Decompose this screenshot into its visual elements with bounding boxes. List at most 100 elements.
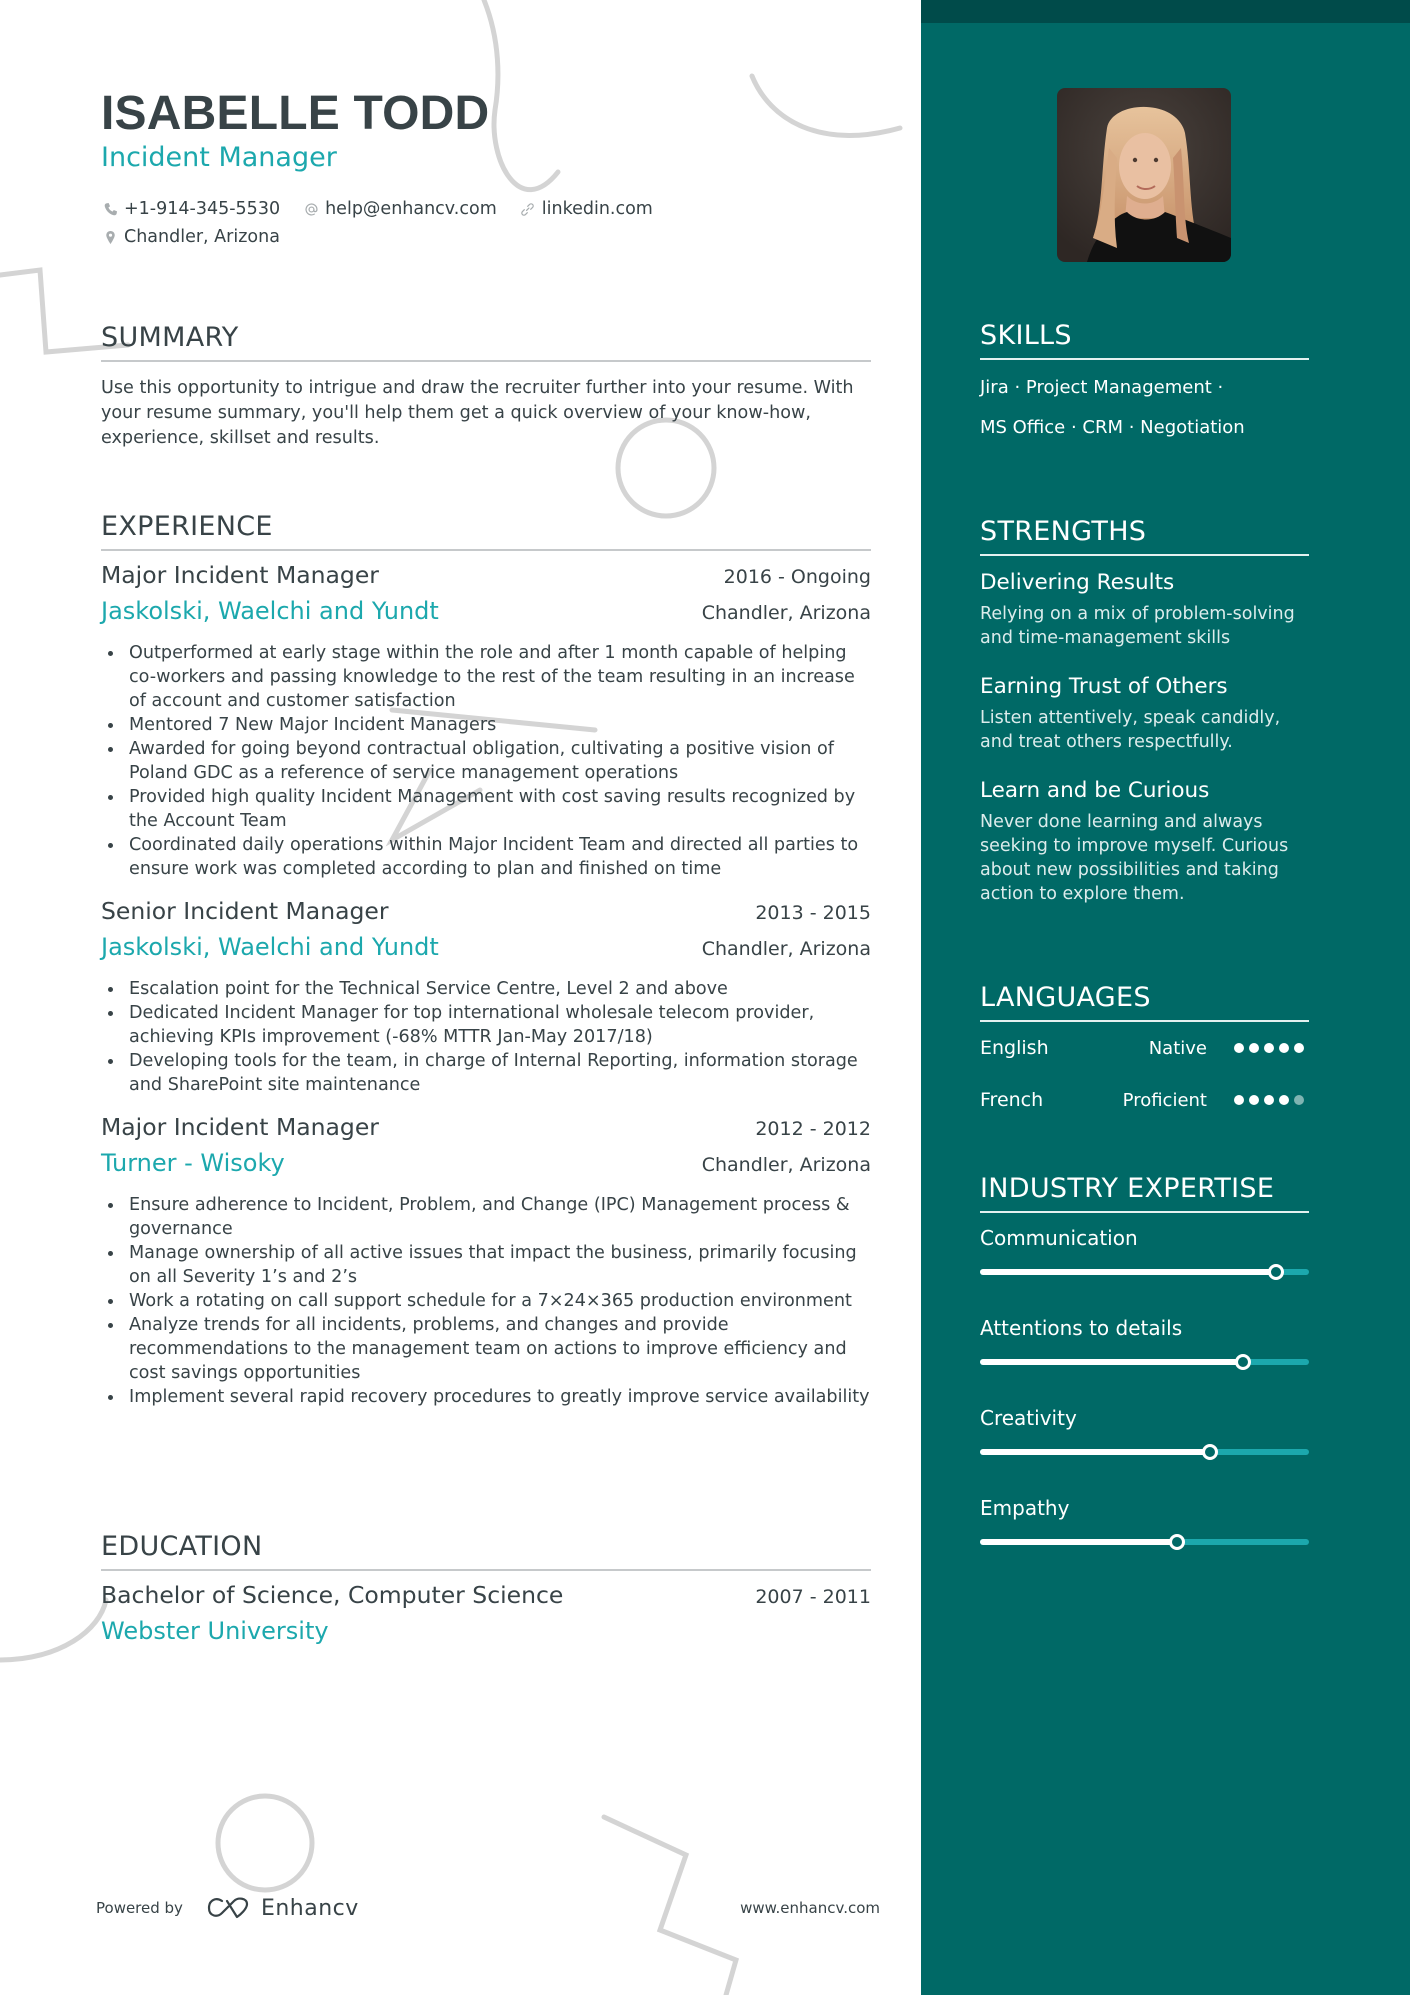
experience-heading: EXPERIENCE	[101, 511, 273, 542]
skills-section: SKILLS Jira · Project Management · MS Of…	[980, 316, 1309, 448]
link-icon	[519, 200, 537, 218]
expertise-slider-fill	[980, 1539, 1178, 1545]
powered-by: Powered by Enhancv	[96, 1896, 359, 1921]
skills-heading: SKILLS	[980, 320, 1072, 351]
expertise-slider-knob[interactable]	[1268, 1264, 1285, 1280]
expertise-slider-track	[980, 1534, 1309, 1550]
expertise-slider-knob[interactable]	[1235, 1354, 1252, 1370]
languages-list: English Native French Proficient	[980, 1022, 1309, 1126]
strength-description: Never done learning and always seeking t…	[980, 812, 1289, 904]
section-divider	[101, 549, 871, 551]
deco-curve-top	[481, 0, 561, 192]
job-subheader: Turner - Wisoky Chandler, Arizona	[101, 1149, 871, 1189]
linkedin-text: linkedin.com	[541, 199, 653, 219]
expertise-item: Creativity	[980, 1393, 1309, 1483]
summary-section: SUMMARY Use this opportunity to intrigue…	[101, 316, 871, 451]
bullet-item: Provided high quality Incident Managemen…	[101, 785, 871, 833]
bullet-item: Dedicated Incident Manager for top inter…	[101, 1001, 871, 1049]
education-heading: EDUCATION	[101, 1531, 263, 1562]
at-icon	[302, 200, 320, 218]
job-bullets: Escalation point for the Technical Servi…	[101, 977, 871, 1097]
bullet-item: Implement several rapid recovery procedu…	[101, 1385, 871, 1409]
brand-name: Enhancv	[260, 1895, 359, 1921]
bullet-item: Mentored 7 New Major Incident Managers	[101, 713, 871, 737]
job-entry: Senior Incident Manager 2013 - 2015 Jask…	[101, 897, 871, 1097]
language-rating	[1234, 1043, 1309, 1053]
strength-item: Delivering Results Relying on a mix of p…	[980, 568, 1309, 650]
expertise-slider-track	[980, 1444, 1309, 1460]
expertise-item: Communication	[980, 1213, 1309, 1303]
job-role: Major Incident Manager	[101, 1113, 379, 1141]
bullet-item: Coordinated daily operations within Majo…	[101, 833, 871, 881]
job-header: Senior Incident Manager 2013 - 2015	[101, 897, 871, 933]
expertise-slider-knob[interactable]	[1202, 1444, 1219, 1460]
language-name: French	[980, 1089, 1044, 1111]
education-section: EDUCATION Bachelor of Science, Computer …	[101, 1525, 871, 1657]
expertise-slider-track	[980, 1264, 1309, 1280]
portrait-image	[1057, 88, 1231, 262]
job-dates: 2012 - 2012	[755, 1118, 871, 1140]
strength-title: Learn and be Curious	[980, 778, 1210, 803]
education-school: Webster University	[101, 1617, 329, 1645]
contact-phone[interactable]: +1-914-345-5530	[101, 199, 280, 219]
expertise-slider-fill	[980, 1449, 1211, 1455]
phone-text: +1-914-345-5530	[124, 199, 281, 219]
expertise-label: Communication	[980, 1226, 1138, 1250]
rating-dot-filled	[1264, 1043, 1274, 1053]
bullet-item: Developing tools for the team, in charge…	[101, 1049, 871, 1097]
deco-circle-bottom	[215, 1793, 315, 1893]
contact-row-2: Chandler, Arizona	[101, 223, 675, 251]
job-entry: Major Incident Manager 2012 - 2012 Turne…	[101, 1113, 871, 1409]
job-bullets: Outperformed at early stage within the r…	[101, 641, 871, 881]
expertise-label: Empathy	[980, 1496, 1070, 1520]
job-company: Turner - Wisoky	[101, 1149, 285, 1177]
footer-url[interactable]: www.enhancv.com	[740, 1899, 880, 1917]
candidate-title: Incident Manager	[101, 142, 337, 173]
job-location: Chandler, Arizona	[701, 938, 871, 960]
education-subheader: Webster University	[101, 1617, 871, 1657]
job-company: Jaskolski, Waelchi and Yundt	[101, 933, 439, 961]
email-text: help@enhancv.com	[325, 199, 497, 219]
sidebar-top-band	[921, 0, 1410, 23]
rating-dot-filled	[1294, 1043, 1304, 1053]
job-location: Chandler, Arizona	[701, 1154, 871, 1176]
expertise-slider-knob[interactable]	[1169, 1534, 1186, 1550]
sidebar: SKILLS Jira · Project Management · MS Of…	[921, 0, 1410, 1995]
expertise-heading: INDUSTRY EXPERTISE	[980, 1173, 1275, 1204]
location-pin-icon	[101, 228, 119, 246]
skills-line: MS Office · CRM · Negotiation	[980, 417, 1245, 438]
summary-text: Use this opportunity to intrigue and dra…	[101, 378, 854, 448]
location-text: Chandler, Arizona	[124, 227, 280, 247]
section-divider	[980, 358, 1309, 360]
job-subheader: Jaskolski, Waelchi and Yundt Chandler, A…	[101, 597, 871, 637]
job-subheader: Jaskolski, Waelchi and Yundt Chandler, A…	[101, 933, 871, 973]
powered-by-label: Powered by	[96, 1899, 183, 1917]
contact-email[interactable]: help@enhancv.com	[302, 199, 497, 219]
education-entry: Bachelor of Science, Computer Science 20…	[101, 1581, 871, 1657]
language-rating	[1234, 1095, 1309, 1105]
rating-dot-filled	[1234, 1095, 1244, 1105]
expertise-slider-fill	[980, 1359, 1244, 1365]
job-location: Chandler, Arizona	[701, 602, 871, 624]
contact-location: Chandler, Arizona	[101, 227, 280, 247]
language-item: English Native	[980, 1022, 1309, 1074]
bullet-item: Analyze trends for all incidents, proble…	[101, 1313, 871, 1385]
rating-dot-filled	[1264, 1095, 1274, 1105]
contact-linkedin[interactable]: linkedin.com	[519, 199, 653, 219]
profile-photo	[1057, 88, 1231, 262]
strength-description: Listen attentively, speak candidly, and …	[980, 708, 1281, 752]
job-header: Major Incident Manager 2016 - Ongoing	[101, 561, 871, 597]
job-bullets: Ensure adherence to Incident, Problem, a…	[101, 1193, 871, 1409]
skills-line: Jira · Project Management ·	[980, 377, 1224, 398]
enhancv-logo[interactable]: Enhancv	[207, 1896, 359, 1921]
bullet-item: Outperformed at early stage within the r…	[101, 641, 871, 713]
language-item: French Proficient	[980, 1074, 1309, 1126]
expertise-label: Attentions to details	[980, 1316, 1183, 1340]
expertise-section: INDUSTRY EXPERTISE Communication Attenti…	[980, 1169, 1309, 1573]
rating-dot-filled	[1249, 1043, 1259, 1053]
rating-dot-filled	[1279, 1043, 1289, 1053]
strengths-heading: STRENGTHS	[980, 516, 1147, 547]
footer: Powered by Enhancv www.enhancv.com	[96, 1893, 880, 1923]
job-company: Jaskolski, Waelchi and Yundt	[101, 597, 439, 625]
section-divider	[101, 360, 871, 362]
